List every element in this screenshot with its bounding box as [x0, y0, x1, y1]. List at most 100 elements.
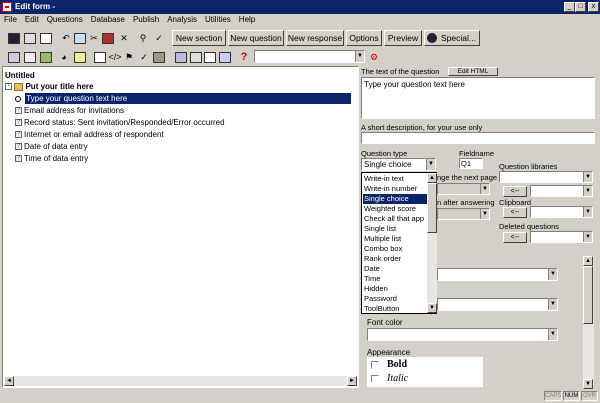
new-response-button[interactable]: New response — [286, 30, 344, 46]
image-icon[interactable] — [72, 49, 88, 65]
dropdown-option[interactable]: Hidden — [363, 284, 427, 294]
form-icon[interactable] — [217, 49, 233, 65]
short-description-field[interactable] — [361, 132, 595, 144]
table-icon[interactable] — [22, 49, 38, 65]
list-icon[interactable] — [202, 49, 218, 65]
layout-icon[interactable] — [92, 49, 108, 65]
tree-item[interactable]: ? Internet or email address of respondent — [15, 129, 164, 140]
clipboard-insert-button[interactable]: <-- — [503, 207, 527, 218]
menu-publish[interactable]: Publish — [133, 14, 159, 26]
tree-item[interactable]: ? Email address for invitations — [15, 105, 124, 116]
tree-item[interactable]: ? Date of data entry — [15, 141, 88, 152]
close-button[interactable]: x — [588, 2, 599, 12]
palette-icon[interactable]: ◕ — [56, 49, 72, 65]
dropdown-option[interactable]: Multiple list — [363, 234, 427, 244]
menu-analysis[interactable]: Analysis — [167, 14, 197, 26]
dropdown-option[interactable]: Combo box — [363, 244, 427, 254]
menu-questions[interactable]: Questions — [47, 14, 83, 26]
spell-icon[interactable]: ✓ — [151, 30, 167, 46]
tool-icon[interactable]: ⚙ — [366, 49, 382, 65]
tree-item[interactable]: ? Time of data entry — [15, 153, 88, 164]
question-libraries-select[interactable]: ▼ — [499, 171, 593, 183]
special-button[interactable]: Special... — [424, 30, 480, 46]
flow-icon[interactable]: ⚑ — [121, 49, 137, 65]
menu-utilities[interactable]: Utilities — [205, 14, 231, 26]
dropdown-option[interactable]: ToolButton — [363, 304, 427, 314]
scroll-down-icon[interactable]: ▼ — [583, 379, 593, 389]
chart-icon[interactable] — [38, 49, 54, 65]
dropdown-option[interactable]: Password — [363, 294, 427, 304]
tree-root[interactable]: Untitled — [5, 70, 35, 81]
dropdown-option[interactable]: Time — [363, 274, 427, 284]
maximize-button[interactable]: □ — [575, 2, 586, 12]
portrait-icon[interactable] — [151, 49, 167, 65]
scroll-thumb[interactable] — [427, 183, 437, 233]
paste-icon[interactable] — [100, 30, 116, 46]
dropdown-option[interactable]: Check all that app — [363, 214, 427, 224]
grid-icon[interactable] — [6, 49, 22, 65]
wand-icon[interactable]: ⚲ — [135, 30, 151, 46]
scroll-right-icon[interactable]: ► — [347, 376, 357, 386]
edit-html-button[interactable]: Edit HTML — [448, 67, 498, 76]
new-section-button[interactable]: New section — [172, 30, 226, 46]
minimize-button[interactable]: _ — [564, 2, 575, 12]
collapse-icon[interactable]: - — [5, 83, 12, 91]
dropdown-option[interactable]: Write-in text — [363, 174, 427, 184]
check-icon[interactable]: ✓ — [136, 49, 152, 65]
question-text-field[interactable]: Type your question text here — [361, 77, 595, 119]
chevron-down-icon: ▼ — [480, 184, 489, 194]
dropdown-option[interactable]: Date — [363, 264, 427, 274]
window-title: Edit form - — [15, 2, 55, 11]
libraries-item-select[interactable]: ▼ — [530, 185, 593, 197]
delete-icon[interactable]: ✕ — [116, 30, 132, 46]
menu-edit[interactable]: Edit — [25, 14, 39, 26]
options-button[interactable]: Options — [346, 30, 382, 46]
format-select-2[interactable]: ▼ — [437, 298, 558, 311]
dropdown-option[interactable]: Rank order — [363, 254, 427, 264]
vertical-scrollbar[interactable]: ▲ ▼ — [583, 256, 594, 389]
preview-page-icon[interactable] — [38, 30, 54, 46]
horizontal-scrollbar[interactable]: ◄ ► — [4, 376, 357, 386]
scroll-thumb[interactable] — [583, 266, 593, 324]
deleted-insert-button[interactable]: <-- — [503, 232, 527, 243]
print-icon[interactable] — [22, 30, 38, 46]
tree-item[interactable]: ? Record status: Sent invitation/Responde… — [15, 117, 225, 128]
dropdown-option[interactable]: Write-in number — [363, 184, 427, 194]
format-select-1[interactable]: ▼ — [437, 268, 558, 281]
deleted-questions-select[interactable]: ▼ — [530, 231, 593, 243]
appearance-label: Appearance — [367, 348, 411, 357]
chevron-down-icon: ▼ — [548, 329, 557, 340]
dropdown-option[interactable]: Weighted score — [363, 204, 427, 214]
preview-button[interactable]: Preview — [384, 30, 422, 46]
panel-icon[interactable] — [173, 49, 189, 65]
tree-title-node[interactable]: - Put your title here — [5, 81, 93, 92]
toolbar-combo[interactable]: ▼ — [254, 50, 365, 63]
fieldname-field[interactable]: Q1 — [459, 158, 483, 169]
question-type-select[interactable]: Single choice ▼ — [361, 158, 436, 171]
save-icon[interactable] — [6, 30, 22, 46]
tree-item-selected[interactable]: Type your question text here — [15, 93, 359, 104]
dropdown-scrollbar[interactable]: ▲ ▼ — [427, 173, 437, 313]
scroll-up-icon[interactable]: ▲ — [427, 173, 437, 183]
scroll-down-icon[interactable]: ▼ — [427, 303, 437, 313]
next-page-select[interactable]: ▼ — [437, 183, 490, 195]
tree-item-label: Record status: Sent invitation/Responded… — [24, 118, 225, 127]
clipboard-select[interactable]: ▼ — [530, 206, 593, 218]
scroll-up-icon[interactable]: ▲ — [583, 256, 593, 266]
dropdown-option[interactable]: Single list — [363, 224, 427, 234]
question-libraries-label: Question libraries — [499, 162, 558, 171]
new-question-button[interactable]: New question — [228, 30, 284, 46]
help-icon[interactable]: ? — [236, 49, 252, 65]
italic-checkbox[interactable] — [371, 375, 379, 383]
menu-help[interactable]: Help — [239, 14, 255, 26]
dropdown-option-selected[interactable]: Single choice — [363, 194, 427, 204]
libraries-insert-button[interactable]: <-- — [503, 186, 527, 197]
font-color-select[interactable]: ▼ — [367, 328, 558, 341]
question-text-label: The text of the question — [361, 67, 440, 76]
menu-database[interactable]: Database — [91, 14, 125, 26]
scroll-left-icon[interactable]: ◄ — [4, 376, 14, 386]
menu-file[interactable]: File — [4, 14, 17, 26]
bold-checkbox[interactable] — [371, 361, 379, 369]
chevron-down-icon: ▼ — [583, 172, 592, 182]
after-answering-select[interactable]: ▼ — [437, 208, 490, 220]
